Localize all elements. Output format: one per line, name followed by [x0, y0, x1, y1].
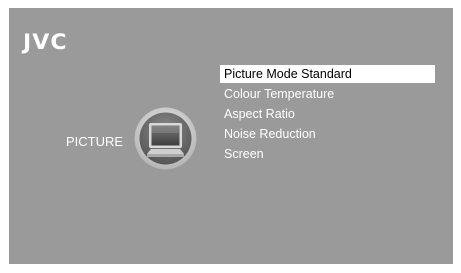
menu-item-colour-temperature[interactable]: Colour Temperature — [220, 85, 435, 103]
tv-menu-screen: JVC PICTURE Picture Mode Standard Colour… — [9, 8, 453, 264]
category-label: PICTURE — [66, 134, 124, 149]
menu-item-noise-reduction[interactable]: Noise Reduction — [220, 125, 435, 143]
brand-logo: JVC — [23, 30, 68, 54]
menu-item-picture-mode[interactable]: Picture Mode Standard — [220, 65, 435, 83]
menu-item-screen[interactable]: Screen — [220, 145, 435, 163]
tv-icon — [134, 107, 197, 170]
picture-menu-list: Picture Mode Standard Colour Temperature… — [220, 65, 435, 165]
menu-item-aspect-ratio[interactable]: Aspect Ratio — [220, 105, 435, 123]
